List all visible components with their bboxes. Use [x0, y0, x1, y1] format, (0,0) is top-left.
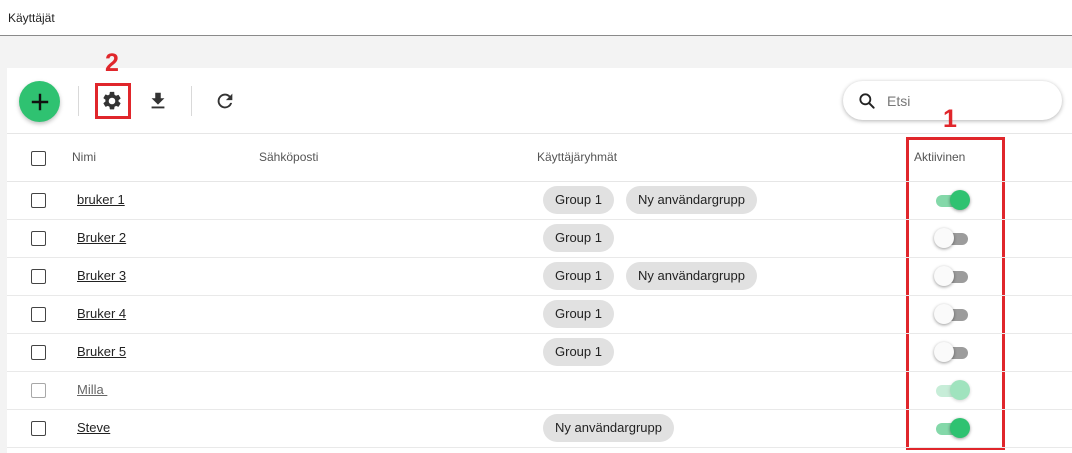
top-bar: Käyttäjät	[0, 0, 1072, 36]
search-input[interactable]	[887, 90, 1047, 112]
group-chip: Ny användargrupp	[626, 262, 757, 290]
active-toggle[interactable]	[934, 418, 972, 440]
group-chip: Group 1	[543, 300, 614, 328]
user-name-link[interactable]: Bruker 2	[77, 230, 126, 245]
row-divider	[7, 447, 1072, 448]
user-name-link[interactable]: Bruker 3	[77, 268, 126, 283]
search-icon	[859, 93, 875, 109]
group-chip: Group 1	[543, 186, 614, 214]
column-header-active[interactable]: Aktiivinen	[914, 150, 965, 164]
row-checkbox[interactable]	[31, 383, 46, 398]
active-toggle[interactable]	[934, 228, 972, 250]
annotation-number-2: 2	[105, 49, 119, 77]
refresh-icon	[217, 93, 233, 109]
row-divider	[7, 295, 1072, 296]
page-title: Käyttäjät	[8, 11, 55, 25]
user-name-link[interactable]: bruker 1	[77, 192, 125, 207]
group-chip: Ny användargrupp	[626, 186, 757, 214]
row-checkbox[interactable]	[31, 307, 46, 322]
row-divider	[7, 333, 1072, 334]
row-checkbox[interactable]	[31, 345, 46, 360]
user-name-link[interactable]: Steve	[77, 420, 110, 435]
group-chip: Ny användargrupp	[543, 414, 674, 442]
active-toggle[interactable]	[934, 304, 972, 326]
annotation-number-1: 1	[943, 105, 957, 133]
download-icon	[151, 92, 165, 109]
add-user-button[interactable]	[19, 81, 60, 122]
row-divider	[7, 409, 1072, 410]
user-name-link[interactable]: Bruker 4	[77, 306, 126, 321]
table-top-divider	[7, 133, 1072, 134]
user-name-link[interactable]: Bruker 5	[77, 344, 126, 359]
toolbar-divider	[78, 86, 79, 116]
row-checkbox[interactable]	[31, 231, 46, 246]
column-header-email[interactable]: Sähköposti	[259, 150, 318, 164]
column-header-groups[interactable]: Käyttäjäryhmät	[537, 150, 617, 164]
header-divider	[7, 181, 1072, 182]
row-checkbox[interactable]	[31, 421, 46, 436]
column-header-name[interactable]: Nimi	[72, 150, 96, 164]
refresh-button[interactable]	[212, 88, 238, 114]
active-toggle[interactable]	[934, 342, 972, 364]
plus-icon	[31, 93, 48, 110]
row-checkbox[interactable]	[31, 269, 46, 284]
toolbar-divider	[191, 86, 192, 116]
active-toggle[interactable]	[934, 266, 972, 288]
group-chip: Group 1	[543, 338, 614, 366]
user-name-link[interactable]: Milla	[77, 382, 107, 397]
row-checkbox[interactable]	[31, 193, 46, 208]
group-chip: Group 1	[543, 262, 614, 290]
row-divider	[7, 219, 1072, 220]
select-all-checkbox[interactable]	[31, 151, 46, 166]
row-divider	[7, 257, 1072, 258]
download-button[interactable]	[145, 88, 171, 114]
annotation-box-settings	[95, 83, 131, 119]
annotation-box-active-column	[906, 137, 1005, 450]
row-divider	[7, 371, 1072, 372]
active-toggle[interactable]	[934, 380, 972, 402]
active-toggle[interactable]	[934, 190, 972, 212]
group-chip: Group 1	[543, 224, 614, 252]
